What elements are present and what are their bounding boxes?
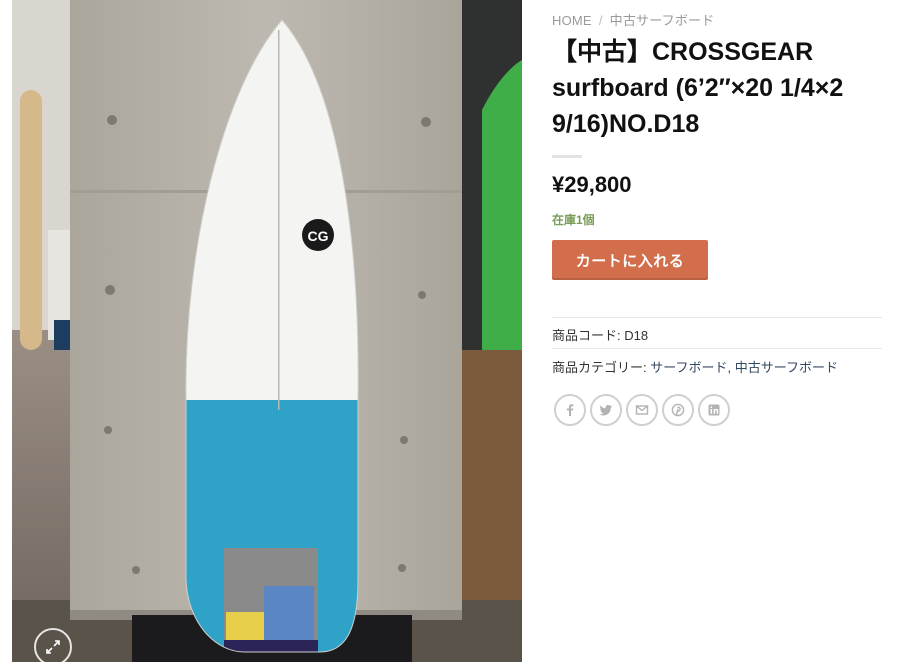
category-link-used-surfboard[interactable]: 中古サーフボード (735, 360, 838, 375)
add-to-cart-button[interactable]: カートに入れる (552, 240, 708, 280)
category-row: 商品カテゴリー: サーフボード, 中古サーフボード (552, 357, 838, 376)
surfboard-photo: CG (12, 0, 522, 662)
product-image[interactable]: CG (12, 0, 522, 662)
facebook-icon (567, 404, 574, 416)
meta-divider (552, 348, 882, 349)
share-facebook-button[interactable] (554, 394, 586, 426)
svg-text:CG: CG (308, 228, 329, 244)
sku-row: 商品コード: D18 (552, 325, 648, 344)
share-twitter-button[interactable] (590, 394, 622, 426)
sku-value: D18 (624, 328, 649, 343)
zoom-button[interactable] (34, 628, 72, 662)
stock-status: 在庫1個 (552, 213, 595, 227)
category-label: 商品カテゴリー: (552, 360, 647, 375)
share-buttons (554, 394, 730, 426)
share-email-button[interactable] (626, 394, 658, 426)
product-title: 【中古】CROSSGEAR surfboard (6’2″×20 1/4×2 9… (552, 38, 844, 138)
title-divider (552, 155, 582, 158)
breadcrumb-category-link[interactable]: 中古サーフボード (610, 13, 715, 28)
share-pinterest-button[interactable] (662, 394, 694, 426)
product-price: ¥29,800 (552, 172, 632, 197)
meta-divider (552, 317, 882, 318)
linkedin-icon (708, 404, 720, 416)
email-icon (635, 405, 649, 415)
share-linkedin-button[interactable] (698, 394, 730, 426)
category-link-surfboard[interactable]: サーフボード (650, 360, 727, 375)
category-separator: , (727, 360, 732, 375)
twitter-icon (599, 405, 612, 416)
expand-icon (46, 640, 60, 654)
sku-label: 商品コード: (552, 328, 621, 343)
breadcrumb: HOME / 中古サーフボード (552, 10, 714, 29)
breadcrumb-home-link[interactable]: HOME (552, 13, 592, 28)
pinterest-icon (671, 403, 685, 417)
breadcrumb-separator: / (598, 13, 603, 28)
